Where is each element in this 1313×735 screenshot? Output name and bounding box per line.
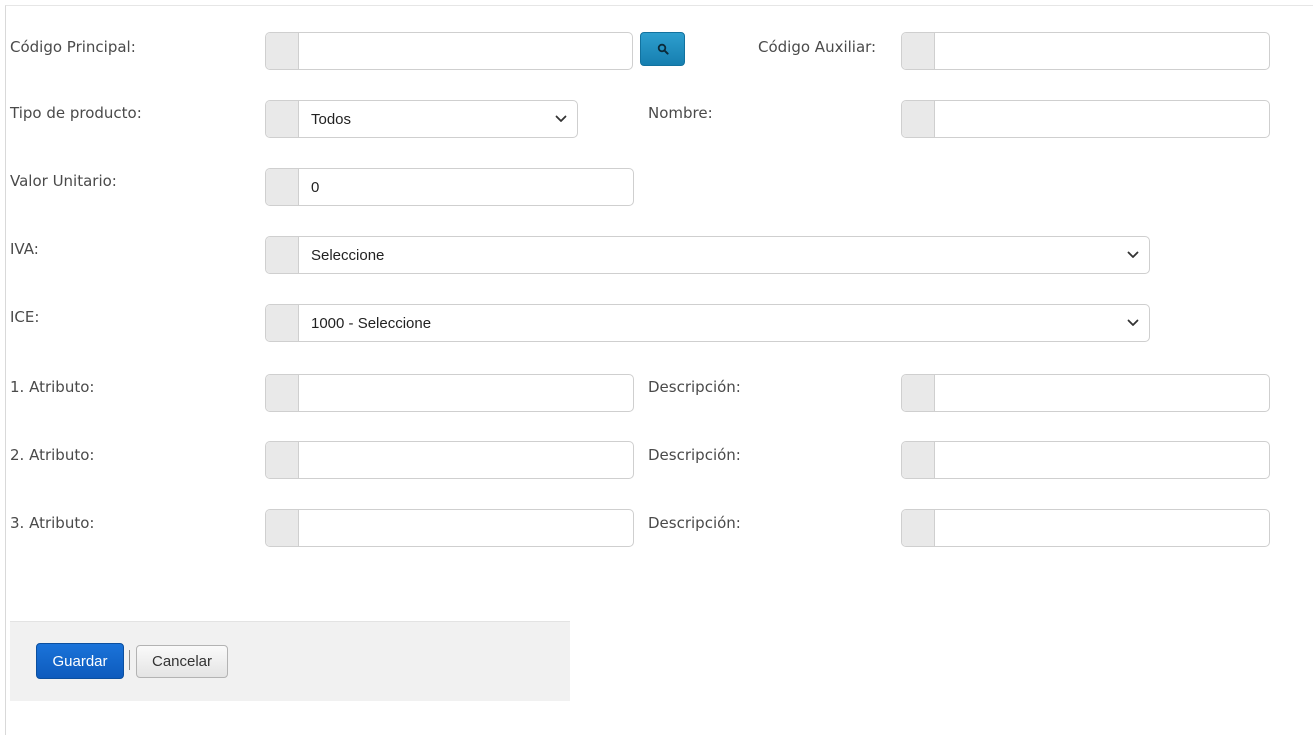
search-button[interactable]: [640, 32, 685, 66]
field-addon: [266, 375, 299, 411]
valor-unitario-value: 0: [311, 178, 320, 196]
search-icon: [657, 43, 669, 55]
codigo-principal-field[interactable]: [265, 32, 633, 70]
codigo-auxiliar-field[interactable]: [901, 32, 1270, 70]
field-addon: [266, 169, 299, 205]
tipo-producto-label: Tipo de producto:: [10, 104, 142, 122]
chevron-down-icon: [555, 115, 567, 122]
descripcion-3-field[interactable]: [901, 509, 1270, 547]
ice-select[interactable]: 1000 - Seleccione: [265, 304, 1150, 342]
descripcion-1-label: Descripción:: [648, 378, 741, 396]
nombre-field[interactable]: [901, 100, 1270, 138]
field-addon: [266, 33, 299, 69]
descripcion-2-field[interactable]: [901, 441, 1270, 479]
descripcion-3-label: Descripción:: [648, 514, 741, 532]
descripcion-1-field[interactable]: [901, 374, 1270, 412]
iva-select[interactable]: Seleccione: [265, 236, 1150, 274]
tipo-producto-select[interactable]: Todos: [265, 100, 578, 138]
field-addon: [902, 33, 935, 69]
atributo-2-label: 2. Atributo:: [10, 446, 95, 464]
field-addon: [266, 442, 299, 478]
atributo-3-field[interactable]: [265, 509, 634, 547]
atributo-1-field[interactable]: [265, 374, 634, 412]
field-addon: [902, 101, 935, 137]
field-addon: [266, 237, 299, 273]
valor-unitario-label: Valor Unitario:: [10, 172, 117, 190]
chevron-down-icon: [1127, 319, 1139, 326]
nombre-label: Nombre:: [648, 104, 713, 122]
button-separator: [129, 650, 130, 670]
valor-unitario-field[interactable]: 0: [265, 168, 634, 206]
field-addon: [266, 510, 299, 546]
codigo-principal-label: Código Principal:: [10, 38, 136, 56]
ice-value: 1000 - Seleccione: [311, 314, 432, 332]
atributo-2-field[interactable]: [265, 441, 634, 479]
atributo-3-label: 3. Atributo:: [10, 514, 95, 532]
field-addon: [902, 510, 935, 546]
iva-value: Seleccione: [311, 246, 385, 264]
cancel-button[interactable]: Cancelar: [136, 645, 228, 678]
descripcion-2-label: Descripción:: [648, 446, 741, 464]
field-addon: [266, 101, 299, 137]
save-button[interactable]: Guardar: [36, 643, 124, 679]
chevron-down-icon: [1127, 251, 1139, 258]
codigo-auxiliar-label: Código Auxiliar:: [758, 38, 877, 56]
atributo-1-label: 1. Atributo:: [10, 378, 95, 396]
field-addon: [266, 305, 299, 341]
field-addon: [902, 442, 935, 478]
tipo-producto-value: Todos: [311, 110, 352, 128]
field-addon: [902, 375, 935, 411]
ice-label: ICE:: [10, 308, 40, 326]
iva-label: IVA:: [10, 240, 39, 258]
